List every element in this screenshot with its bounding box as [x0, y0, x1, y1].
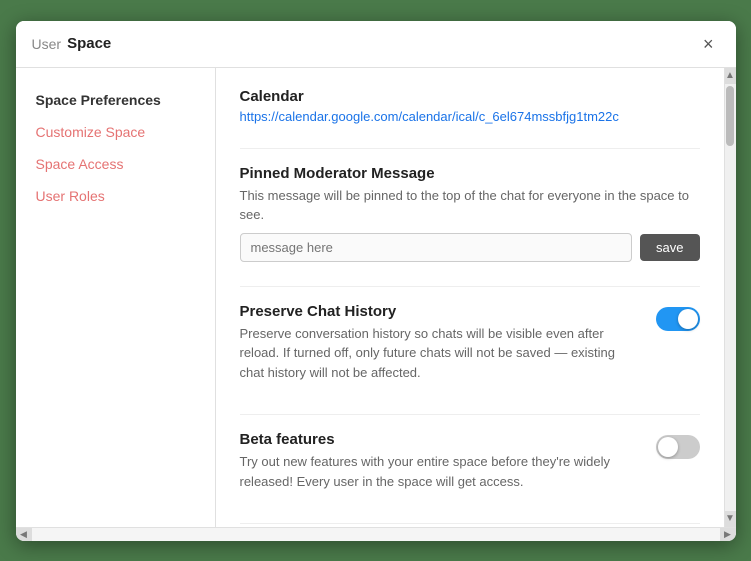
beta-features-section: Beta features Try out new features with … [240, 431, 700, 499]
scroll-bottom-track [32, 528, 720, 541]
modal-header: User Space × [16, 21, 736, 68]
beta-features-row: Beta features Try out new features with … [240, 431, 700, 499]
divider-4 [240, 523, 700, 524]
scroll-thumb[interactable] [726, 86, 734, 146]
pinned-moderator-section: Pinned Moderator Message This message wi… [240, 165, 700, 262]
sidebar-item-customize-space[interactable]: Customize Space [16, 116, 215, 148]
divider-3 [240, 414, 700, 415]
header-user-label: User [32, 36, 62, 52]
preserve-chat-title: Preserve Chat History [240, 303, 640, 320]
beta-features-text: Beta features Try out new features with … [240, 431, 640, 499]
preserve-chat-section: Preserve Chat History Preserve conversat… [240, 303, 700, 391]
scroll-up-arrow[interactable]: ▲ [725, 68, 736, 84]
preserve-chat-row: Preserve Chat History Preserve conversat… [240, 303, 700, 391]
preserve-chat-desc: Preserve conversation history so chats w… [240, 324, 640, 383]
beta-features-desc: Try out new features with your entire sp… [240, 452, 640, 491]
scroll-right-arrow[interactable]: ▶ [720, 528, 736, 541]
vertical-scrollbar[interactable]: ▲ ▼ [724, 68, 736, 527]
header-space-label: Space [67, 35, 111, 52]
horizontal-scrollbar[interactable]: ◀ ▶ [16, 527, 736, 541]
pinned-message-input[interactable] [240, 233, 633, 262]
calendar-url[interactable]: https://calendar.google.com/calendar/ica… [240, 109, 700, 124]
calendar-section: Calendar https://calendar.google.com/cal… [240, 88, 700, 124]
beta-features-title: Beta features [240, 431, 640, 448]
sidebar-item-space-access[interactable]: Space Access [16, 148, 215, 180]
sidebar-item-user-roles[interactable]: User Roles [16, 180, 215, 212]
sidebar-item-space-preferences[interactable]: Space Preferences [16, 84, 215, 116]
main-content: Calendar https://calendar.google.com/cal… [216, 68, 724, 527]
divider-1 [240, 148, 700, 149]
pinned-moderator-desc: This message will be pinned to the top o… [240, 186, 700, 225]
preserve-chat-toggle[interactable] [656, 307, 700, 331]
scroll-left-arrow[interactable]: ◀ [16, 528, 32, 541]
modal-body: Space Preferences Customize Space Space … [16, 68, 736, 527]
save-button[interactable]: save [640, 234, 699, 261]
sidebar: Space Preferences Customize Space Space … [16, 68, 216, 527]
scroll-down-arrow[interactable]: ▼ [725, 511, 736, 527]
beta-features-toggle[interactable] [656, 435, 700, 459]
preserve-chat-text: Preserve Chat History Preserve conversat… [240, 303, 640, 391]
pinned-moderator-title: Pinned Moderator Message [240, 165, 700, 182]
close-button[interactable]: × [697, 33, 720, 55]
main-right-scroll: Calendar https://calendar.google.com/cal… [216, 68, 736, 527]
pinned-moderator-row: save [240, 233, 700, 262]
divider-2 [240, 286, 700, 287]
calendar-title: Calendar [240, 88, 700, 105]
